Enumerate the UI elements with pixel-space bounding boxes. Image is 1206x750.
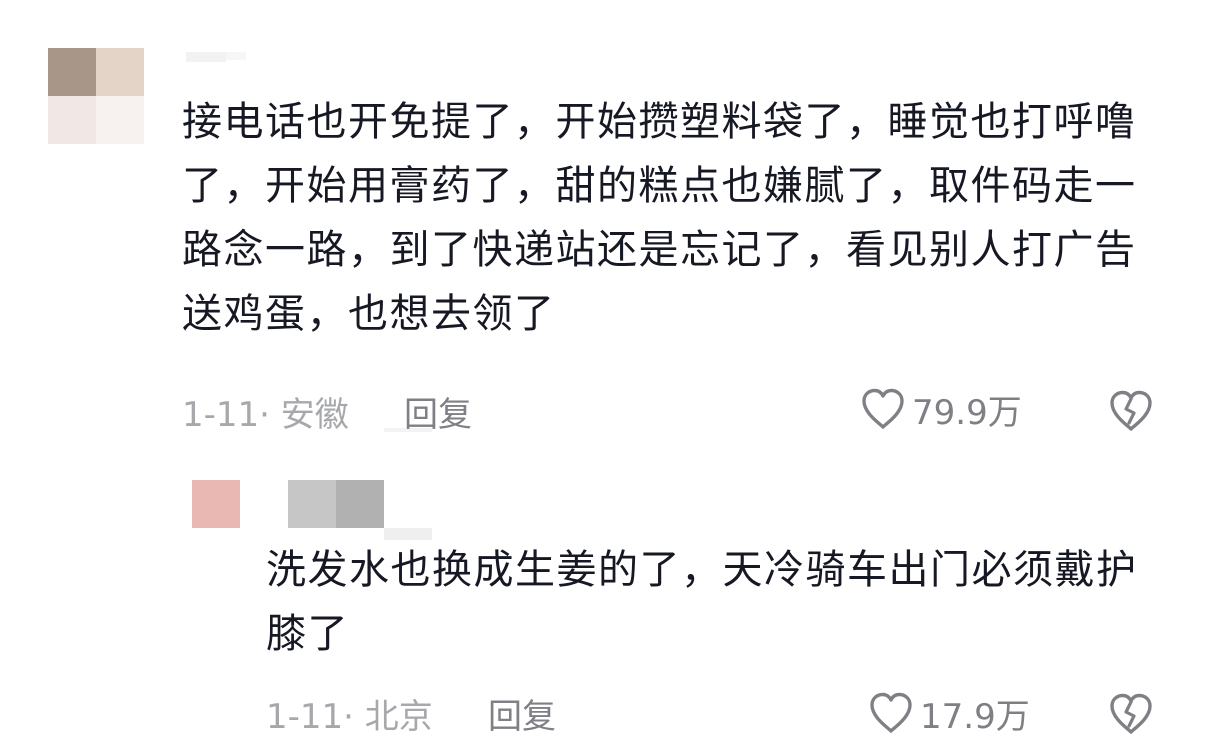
username-blurred[interactable] <box>288 480 432 540</box>
like-button[interactable]: 17.9万 <box>868 690 1030 737</box>
reply-button[interactable]: 回复 <box>404 388 472 435</box>
comment-text: 接电话也开免提了，开始攒塑料袋了，睡觉也打呼噜了，开始用膏药了，甜的糕点也嫌腻了… <box>182 99 1137 337</box>
heart-outline-icon <box>868 691 914 735</box>
username-mosaic-tile <box>226 52 246 60</box>
avatar-mosaic-tile <box>96 48 144 96</box>
dislike-button[interactable] <box>1108 389 1154 437</box>
comment-text: 洗发水也换成生姜的了，天冷骑车出门必须戴护膝了 <box>266 547 1138 657</box>
comment-date-location: 1-11· 北京 <box>266 696 433 737</box>
avatar-mosaic-tile <box>48 48 96 96</box>
comment-date-location: 1-11· 安徽 <box>182 394 349 435</box>
username-blurred[interactable] <box>186 52 246 64</box>
username-mosaic-tile <box>288 480 336 528</box>
broken-heart-icon <box>1108 693 1154 740</box>
like-count: 79.9万 <box>912 392 1022 433</box>
avatar-mosaic-tile <box>96 96 144 144</box>
like-button[interactable]: 79.9万 <box>860 386 1022 433</box>
broken-heart-icon <box>1108 390 1154 437</box>
username-mosaic-tile <box>336 480 384 528</box>
heart-outline-icon <box>860 387 906 431</box>
avatar[interactable] <box>48 48 144 144</box>
like-count: 17.9万 <box>920 696 1030 737</box>
avatar-mosaic-tile <box>48 96 96 144</box>
avatar-mosaic-tile <box>192 480 240 528</box>
dislike-button[interactable] <box>1108 692 1154 740</box>
username-mosaic-tile <box>186 52 226 62</box>
reply-button[interactable]: 回复 <box>488 690 556 737</box>
avatar[interactable] <box>192 480 240 528</box>
